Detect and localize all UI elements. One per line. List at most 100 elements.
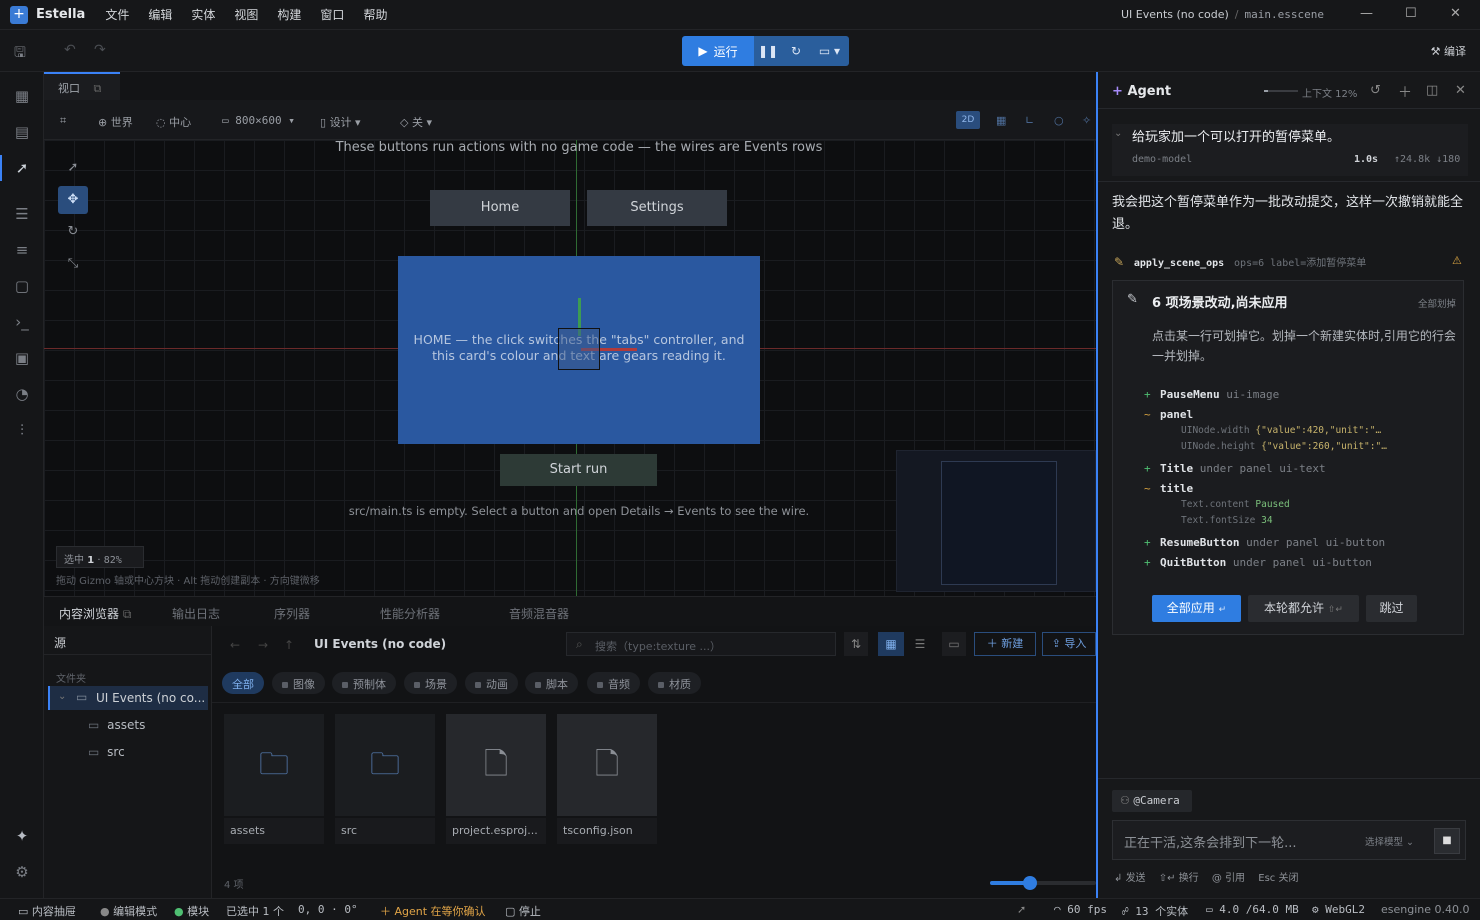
circle-icon[interactable]: ○ [1054,114,1064,127]
filter-all[interactable]: 全部 [222,672,264,694]
grid-view-icon[interactable]: ▦ [996,114,1006,127]
agent-waiting[interactable]: ＋ Agent 在等你确认 [380,903,486,919]
pivot-center-toggle[interactable]: ◌ 中心 [156,114,191,130]
user-message[interactable]: ⌄ 给玩家加一个可以打开的暂停菜单。 demo-model 1.0s ↑24.8… [1112,124,1468,176]
folder-icon[interactable]: ▢ [12,276,32,296]
move-icon[interactable]: ✥ [58,186,88,214]
popout-icon[interactable]: ⧉ [123,607,132,621]
import-button[interactable]: ⇪ 导入 [1042,632,1096,656]
layout-icon[interactable]: ◫ [1426,83,1438,98]
skip-button[interactable]: 跳过 [1366,595,1417,622]
file-tile[interactable]: 🗀 src [335,714,435,844]
layout-icon[interactable]: ▤ [12,122,32,142]
gizmo-toggle[interactable]: ◇ 关 ▾ [400,114,432,130]
menu-view[interactable]: 视图 [234,6,258,23]
back-icon[interactable]: ← [230,638,240,652]
filter-image[interactable]: 图像 [272,672,325,694]
filter-script[interactable]: 脚本 [525,672,578,694]
sliders-icon[interactable]: ≡ [12,240,32,260]
scene-home-button[interactable]: Home [430,190,570,226]
mixer-icon[interactable]: ⫶ [12,420,32,440]
op-row[interactable]: ~ title [1144,482,1193,495]
filter-material[interactable]: 材质 [648,672,701,694]
menu-entity[interactable]: 实体 [191,6,215,23]
filter-scene[interactable]: 场景 [404,672,457,694]
agent-input[interactable]: 正在干活,这条会排到下一轮... 选择模型 ⌄ [1112,820,1466,860]
tree-item-root[interactable]: ⌄ ▭ UI Events (no co... [48,686,208,710]
op-row[interactable]: + Title under panel ui-text [1144,462,1326,475]
save-icon[interactable]: 🖫 [14,42,26,66]
tab-profiler[interactable]: 性能分析器 [380,605,440,622]
hierarchy-icon[interactable]: ☰ [12,204,32,224]
op-row[interactable]: + ResumeButton under panel ui-button [1144,536,1385,549]
edit-mode-indicator[interactable]: ● 编辑模式 [100,903,157,919]
scene-viewport[interactable]: These buttons run actions with no game c… [44,140,1096,596]
tree-item-src[interactable]: ▭ src [88,745,208,765]
gauge-icon[interactable]: ◔ [12,384,32,404]
rotate-icon[interactable]: ↻ [58,218,88,246]
strike-all-button[interactable]: 全部划掉 [1418,296,1456,310]
pin-icon[interactable]: ✧ [1082,114,1091,127]
filter-prefab[interactable]: 预制体 [332,672,396,694]
file-tile[interactable]: 🗋 project.esproj... [446,714,546,844]
menu-file[interactable]: 文件 [105,6,129,23]
list-view-icon[interactable]: ☰ [908,632,932,656]
filter-audio[interactable]: 音频 [587,672,640,694]
tab-output-log[interactable]: 输出日志 [172,605,220,622]
minimize-icon[interactable]: — [1360,6,1373,21]
grid-snap-icon[interactable]: ⌗ [60,114,66,128]
sort-icon[interactable]: ⇅ [844,632,868,656]
tree-item-assets[interactable]: ▭ assets [88,718,208,738]
tab-content-browser[interactable]: 内容浏览器 ⧉ [59,605,131,622]
preview-device-button[interactable]: ▭ ▾ [810,36,849,66]
select-tool-icon[interactable]: ➚ [12,158,32,178]
new-folder-icon[interactable]: ▭ [942,632,966,656]
grid-icon[interactable]: ▦ [12,86,32,106]
redo-icon[interactable]: ↷ [94,42,106,58]
menu-window[interactable]: 窗口 [320,6,344,23]
scene-start-run-button[interactable]: Start run [500,454,657,486]
close-icon[interactable]: ✕ [1455,83,1466,98]
maximize-icon[interactable]: ☐ [1405,6,1417,21]
popout-icon[interactable]: ⧉ [94,82,102,95]
filter-animation[interactable]: 动画 [465,672,518,694]
select-arrow-icon[interactable]: ➚ [58,154,88,182]
world-space-toggle[interactable]: ⊕ 世界 [98,114,133,130]
search-input[interactable]: ⌕ 搜索（type:texture ...） [566,632,836,656]
model-select[interactable]: 选择模型 ⌄ [1365,834,1414,848]
compile-button[interactable]: ⚒ 编译 [1431,43,1466,59]
history-icon[interactable]: ↺ [1370,83,1381,98]
menu-help[interactable]: 帮助 [363,6,387,23]
scale-icon[interactable]: ⤡ [58,250,88,278]
content-drawer-button[interactable]: ▭ 内容抽屉 [18,903,76,919]
clapper-icon[interactable]: ▣ [12,348,32,368]
resolution-select[interactable]: ▭ 800×600 ▾ [222,114,295,127]
tab-sequencer[interactable]: 序列器 [274,605,310,622]
zoom-slider-thumb[interactable] [1023,876,1037,890]
close-icon[interactable]: ✕ [1450,6,1461,21]
op-row[interactable]: + QuitButton under panel ui-button [1144,556,1372,569]
pause-button[interactable]: ❚❚ [754,36,782,66]
menu-edit[interactable]: 编辑 [148,6,172,23]
gear-icon[interactable]: ⚙ [12,862,32,882]
mode-2d-badge[interactable]: 2D [956,111,980,129]
apply-all-button[interactable]: 全部应用 ↵ [1152,595,1241,622]
menu-build[interactable]: 构建 [277,6,301,23]
mention-chip[interactable]: ⚇ @Camera [1112,790,1192,812]
sparkle-icon[interactable]: ✦ [12,826,32,846]
op-row[interactable]: + PauseMenu ui-image [1144,388,1279,401]
op-row[interactable]: ~ panel [1144,408,1193,421]
module-indicator[interactable]: ● 模块 [174,903,209,919]
up-icon[interactable]: ↑ [284,638,294,652]
zoom-slider[interactable] [990,876,1096,890]
minimap[interactable] [896,450,1096,592]
new-chat-icon[interactable]: ＋ [1398,82,1412,102]
grid-view-icon[interactable]: ▦ [878,632,904,656]
scene-settings-button[interactable]: Settings [587,190,727,226]
tab-audio-mixer[interactable]: 音频混音器 [509,605,569,622]
forward-icon[interactable]: → [258,638,268,652]
design-select[interactable]: ▯ 设计 ▾ [320,114,361,130]
tab-viewport[interactable]: 视口 ⧉ [44,72,120,100]
file-tile[interactable]: 🗀 assets [224,714,324,844]
tool-call-row[interactable]: ✎ apply_scene_ops ops=6 label=添加暂停菜单 ⚠ [1114,254,1468,269]
